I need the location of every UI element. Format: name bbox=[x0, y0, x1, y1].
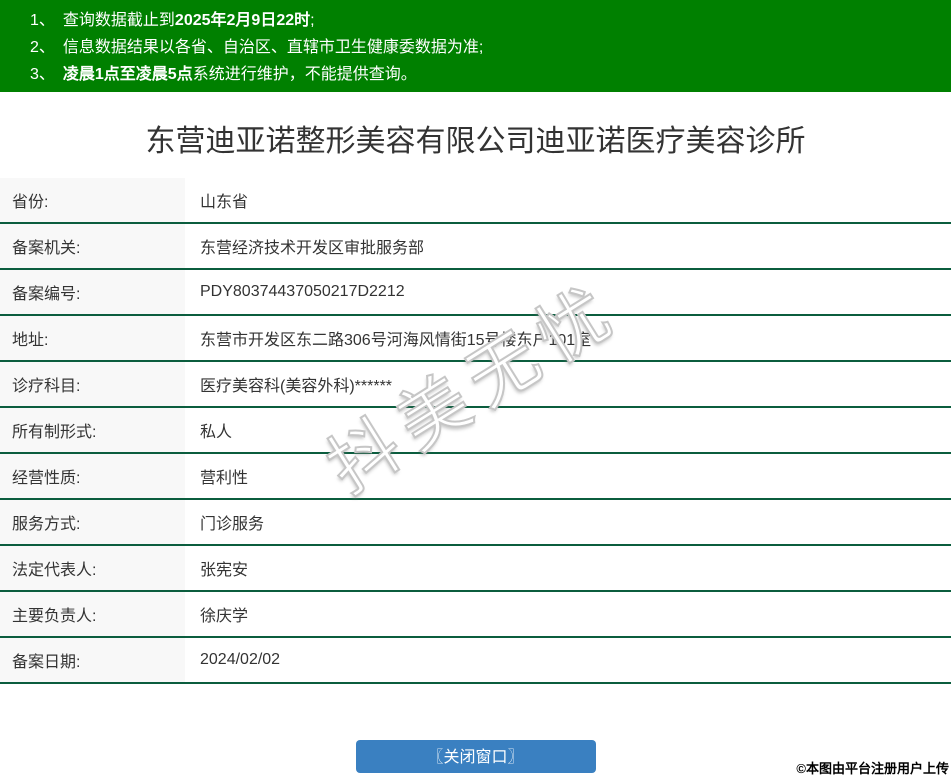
table-row: 省份: 山东省 bbox=[0, 178, 951, 224]
record-table: 省份: 山东省 备案机关: 东营经济技术开发区审批服务部 备案编号: PDY80… bbox=[0, 178, 951, 684]
notice-bold-text: 凌晨1点至凌晨5点 bbox=[62, 66, 193, 83]
row-label: 法定代表人: bbox=[0, 545, 185, 592]
notice-line-2: 2、 信息数据结果以各省、自治区、直辖市卫生健康委数据为准; bbox=[30, 34, 941, 61]
row-label: 服务方式: bbox=[0, 499, 185, 546]
row-value: 张宪安 bbox=[185, 545, 951, 592]
table-row: 地址: 东营市开发区东二路306号河海风情街15号楼东户101室 bbox=[0, 315, 951, 362]
row-label: 备案日期: bbox=[0, 637, 185, 684]
row-label: 主要负责人: bbox=[0, 591, 185, 638]
table-row: 备案日期: 2024/02/02 bbox=[0, 637, 951, 684]
row-label: 经营性质: bbox=[0, 453, 185, 500]
table-row: 经营性质: 营利性 bbox=[0, 453, 951, 500]
notice-number: 1、 bbox=[30, 12, 55, 29]
row-value: 医疗美容科(美容外科)****** bbox=[185, 361, 951, 408]
row-value: 私人 bbox=[185, 407, 951, 454]
table-row: 备案编号: PDY80374437050217D2212 bbox=[0, 269, 951, 316]
row-value: 东营经济技术开发区审批服务部 bbox=[185, 223, 951, 270]
row-value: 2024/02/02 bbox=[185, 637, 951, 684]
page-title: 东营迪亚诺整形美容有限公司迪亚诺医疗美容诊所 bbox=[145, 125, 806, 158]
notice-banner: 1、 查询数据截止到2025年2月9日22时; 2、 信息数据结果以各省、自治区、直… bbox=[0, 0, 951, 92]
row-value: PDY80374437050217D2212 bbox=[185, 269, 951, 316]
table-row: 服务方式: 门诊服务 bbox=[0, 499, 951, 546]
copyright-stamp: ©本图由平台注册用户上传 bbox=[796, 761, 949, 776]
row-value: 门诊服务 bbox=[185, 499, 951, 546]
table-row: 诊疗科目: 医疗美容科(美容外科)****** bbox=[0, 361, 951, 408]
row-value: 徐庆学 bbox=[185, 591, 951, 638]
notice-bold-text: 2025年2月9日22时 bbox=[174, 12, 311, 29]
row-value: 东营市开发区东二路306号河海风情街15号楼东户101室 bbox=[185, 315, 951, 362]
table-row: 法定代表人: 张宪安 bbox=[0, 545, 951, 592]
notice-text: 查询数据截止到 bbox=[62, 12, 175, 29]
notice-text: ; bbox=[310, 12, 315, 29]
row-label: 省份: bbox=[0, 178, 185, 224]
row-label: 地址: bbox=[0, 315, 185, 362]
notice-text: 信息数据结果以各省、自治区、直辖市卫生健康委数据为准; bbox=[62, 39, 484, 56]
row-label: 诊疗科目: bbox=[0, 361, 185, 408]
table-row: 备案机关: 东营经济技术开发区审批服务部 bbox=[0, 223, 951, 270]
notice-number: 3、 bbox=[30, 66, 55, 83]
row-value: 营利性 bbox=[185, 453, 951, 500]
notice-line-3: 3、 凌晨1点至凌晨5点系统进行维护，不能提供查询。 bbox=[30, 61, 941, 88]
close-window-button[interactable]: 〖关闭窗口〗 bbox=[355, 740, 596, 773]
table-row: 主要负责人: 徐庆学 bbox=[0, 591, 951, 638]
row-label: 备案机关: bbox=[0, 223, 185, 270]
row-label: 备案编号: bbox=[0, 269, 185, 316]
notice-line-1: 1、 查询数据截止到2025年2月9日22时; bbox=[30, 7, 941, 34]
row-value: 山东省 bbox=[185, 178, 951, 224]
table-row: 所有制形式: 私人 bbox=[0, 407, 951, 454]
row-label: 所有制形式: bbox=[0, 407, 185, 454]
notice-text: 系统进行维护，不能提供查询。 bbox=[192, 66, 417, 83]
notice-number: 2、 bbox=[30, 39, 55, 56]
